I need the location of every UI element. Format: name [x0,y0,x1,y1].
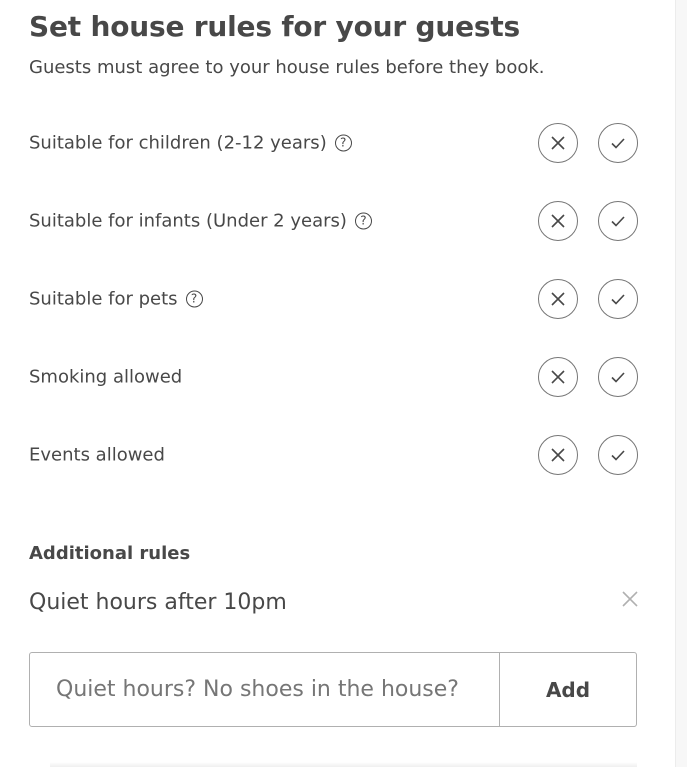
checkmark-icon [611,216,625,227]
footer-shadow [50,762,637,767]
close-icon [551,136,565,150]
accept-children-button[interactable] [598,123,638,163]
rule-label: Suitable for infants (Under 2 years) [29,210,347,232]
add-rule-form: Add [29,652,637,727]
additional-rule-text: Quiet hours after 10pm [29,590,287,615]
checkmark-icon [611,138,625,149]
close-icon [551,370,565,384]
accept-events-button[interactable] [598,435,638,475]
rule-row-events: Events allowed [29,435,638,475]
close-icon [551,448,565,462]
accept-pets-button[interactable] [598,279,638,319]
decline-smoking-button[interactable] [538,357,578,397]
rule-row-children: Suitable for children (2-12 years) ? [29,123,638,163]
page-subtitle: Guests must agree to your house rules be… [29,57,545,78]
rule-label: Suitable for pets [29,288,178,310]
close-icon [551,292,565,306]
rule-row-smoking: Smoking allowed [29,357,638,397]
page-title: Set house rules for your guests [29,10,520,43]
rule-row-infants: Suitable for infants (Under 2 years) ? [29,201,638,241]
remove-rule-button[interactable] [621,590,639,608]
decline-children-button[interactable] [538,123,578,163]
rule-label: Events allowed [29,444,165,466]
accept-smoking-button[interactable] [598,357,638,397]
additional-rule-input[interactable] [30,653,500,726]
rule-label: Suitable for children (2-12 years) [29,132,327,154]
question-circle-icon[interactable]: ? [334,134,352,152]
checkmark-icon [611,450,625,461]
checkmark-icon [611,294,625,305]
scrollbar-track[interactable] [675,0,687,767]
rule-label: Smoking allowed [29,366,183,388]
decline-events-button[interactable] [538,435,578,475]
decline-infants-button[interactable] [538,201,578,241]
checkmark-icon [611,372,625,383]
question-circle-icon[interactable]: ? [185,290,203,308]
decline-pets-button[interactable] [538,279,578,319]
rule-label-container: Smoking allowed [29,367,182,388]
rule-row-pets: Suitable for pets ? [29,279,638,319]
question-circle-icon[interactable]: ? [354,212,372,230]
add-rule-button[interactable]: Add [500,653,636,726]
additional-rules-label: Additional rules [29,543,191,564]
rule-label-container: Events allowed [29,445,165,466]
close-icon [551,214,565,228]
rule-label-container: Suitable for infants (Under 2 years) ? [29,211,372,232]
rule-label-container: Suitable for pets ? [29,289,203,310]
rule-label-container: Suitable for children (2-12 years) ? [29,133,352,154]
accept-infants-button[interactable] [598,201,638,241]
close-icon [622,591,638,607]
additional-rule-item: Quiet hours after 10pm [29,590,639,622]
